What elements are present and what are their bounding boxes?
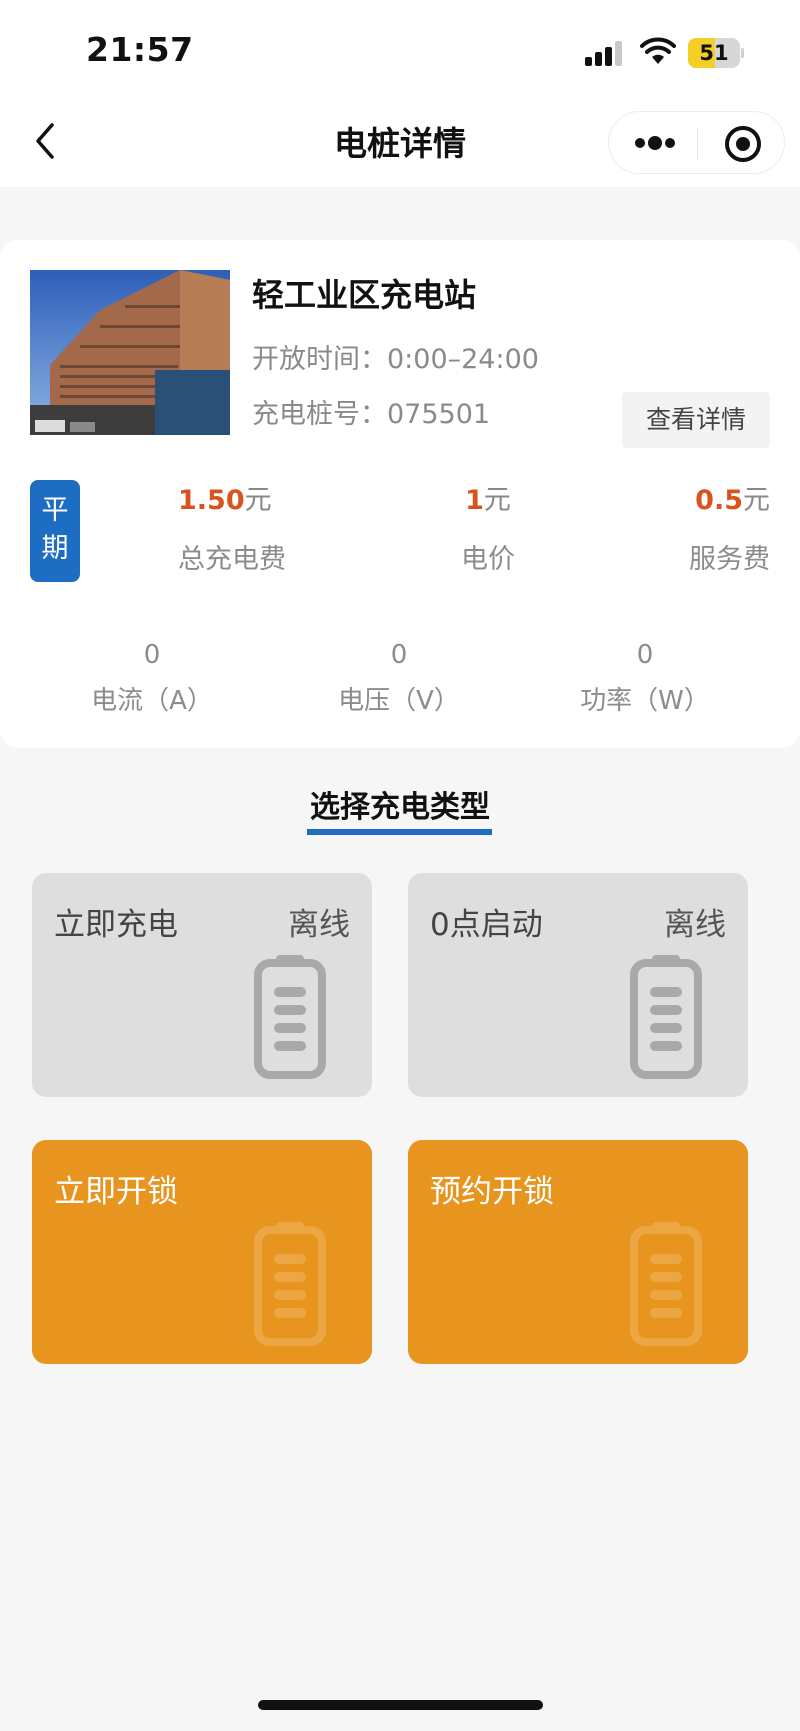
battery-icon: 51	[688, 38, 744, 68]
start-at-midnight-status: 离线	[664, 907, 726, 943]
opening-hours-label: 开放时间：	[252, 344, 387, 375]
voltage-meter: 0 电压（V）	[279, 640, 519, 717]
opening-hours-value: 0:00–24:00	[387, 344, 539, 375]
pile-number: 充电桩号：075501	[252, 392, 490, 431]
unlock-now-label: 立即开锁	[54, 1174, 178, 1210]
charge-type-tab[interactable]: 选择充电类型	[0, 782, 800, 826]
electricity-price-unit: 元	[483, 485, 511, 516]
battery-level: 51	[699, 41, 729, 65]
power-value: 0	[636, 640, 654, 670]
total-fee-label: 总充电费	[178, 544, 286, 575]
signal-icon	[585, 40, 625, 66]
capsule-divider	[697, 128, 698, 160]
total-fee-unit: 元	[244, 485, 272, 516]
electricity-price-value: 1	[465, 485, 484, 516]
start-at-midnight-tile[interactable]: 0点启动 离线	[408, 873, 748, 1097]
status-bar: 21:57 51	[0, 0, 800, 95]
station-name: 轻工业区充电站	[252, 276, 477, 314]
unlock-now-tile[interactable]: 立即开锁	[32, 1140, 372, 1364]
electricity-price-label: 电价	[461, 544, 515, 575]
mini-program-capsule	[608, 111, 785, 174]
battery-icon	[630, 955, 702, 1079]
pile-number-value: 075501	[387, 399, 491, 430]
voltage-value: 0	[390, 640, 408, 670]
view-details-button[interactable]: 查看详情	[622, 392, 770, 448]
start-at-midnight-label: 0点启动	[430, 907, 543, 943]
total-fee: 1.50元 总充电费	[178, 478, 358, 576]
voltage-label: 电压（V）	[338, 686, 460, 716]
current-label: 电流（A）	[91, 686, 213, 716]
station-photo	[30, 270, 230, 435]
nav-bar: 电桩详情	[0, 95, 800, 187]
wifi-icon	[640, 37, 676, 64]
charge-now-label: 立即充电	[54, 907, 178, 943]
charge-now-status: 离线	[288, 907, 350, 943]
service-fee-unit: 元	[743, 485, 770, 516]
more-dots-icon[interactable]	[633, 130, 677, 156]
home-indicator[interactable]	[258, 1700, 543, 1710]
current-meter: 0 电流（A）	[32, 640, 272, 717]
reserve-unlock-tile[interactable]: 预约开锁	[408, 1140, 748, 1364]
target-icon[interactable]	[723, 124, 763, 164]
power-meter: 0 功率（W）	[525, 640, 765, 717]
tab-underline	[307, 829, 492, 835]
status-time: 21:57	[86, 30, 194, 69]
period-badge: 平期	[30, 480, 80, 582]
total-fee-value: 1.50	[178, 485, 245, 516]
current-value: 0	[143, 640, 161, 670]
reserve-unlock-label: 预约开锁	[430, 1174, 554, 1210]
service-fee: 0.5元 服务费	[590, 478, 770, 576]
battery-icon	[254, 1222, 326, 1346]
station-card: 轻工业区充电站 开放时间：0:00–24:00 充电桩号：075501 查看详情…	[0, 240, 800, 748]
electricity-price: 1元 电价	[398, 478, 578, 576]
battery-icon	[254, 955, 326, 1079]
opening-hours: 开放时间：0:00–24:00	[252, 337, 539, 376]
pile-number-label: 充电桩号：	[252, 399, 387, 430]
service-fee-label: 服务费	[689, 544, 770, 575]
power-label: 功率（W）	[580, 686, 710, 716]
charge-now-tile[interactable]: 立即充电 离线	[32, 873, 372, 1097]
service-fee-value: 0.5	[695, 485, 743, 516]
battery-icon	[630, 1222, 702, 1346]
